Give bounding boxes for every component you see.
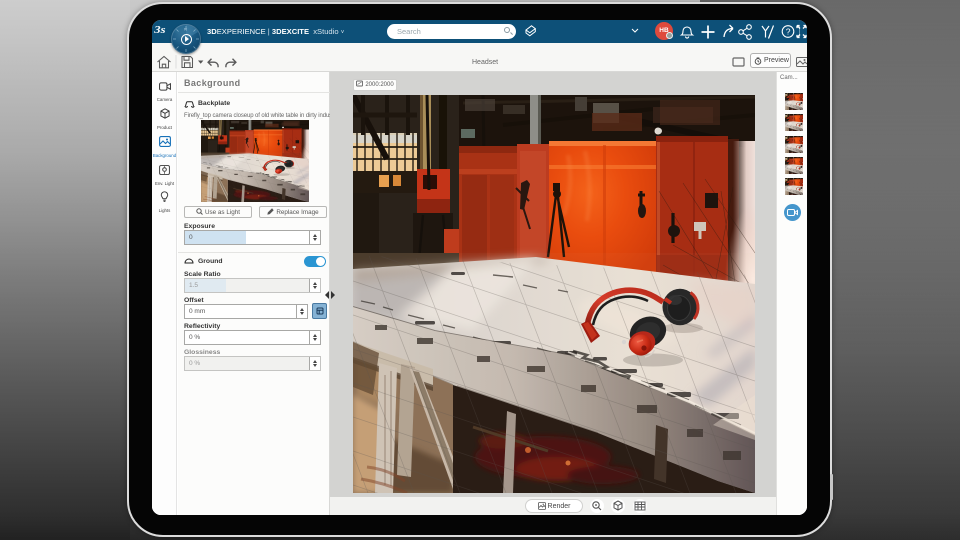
svg-text:?: ? — [786, 27, 791, 37]
